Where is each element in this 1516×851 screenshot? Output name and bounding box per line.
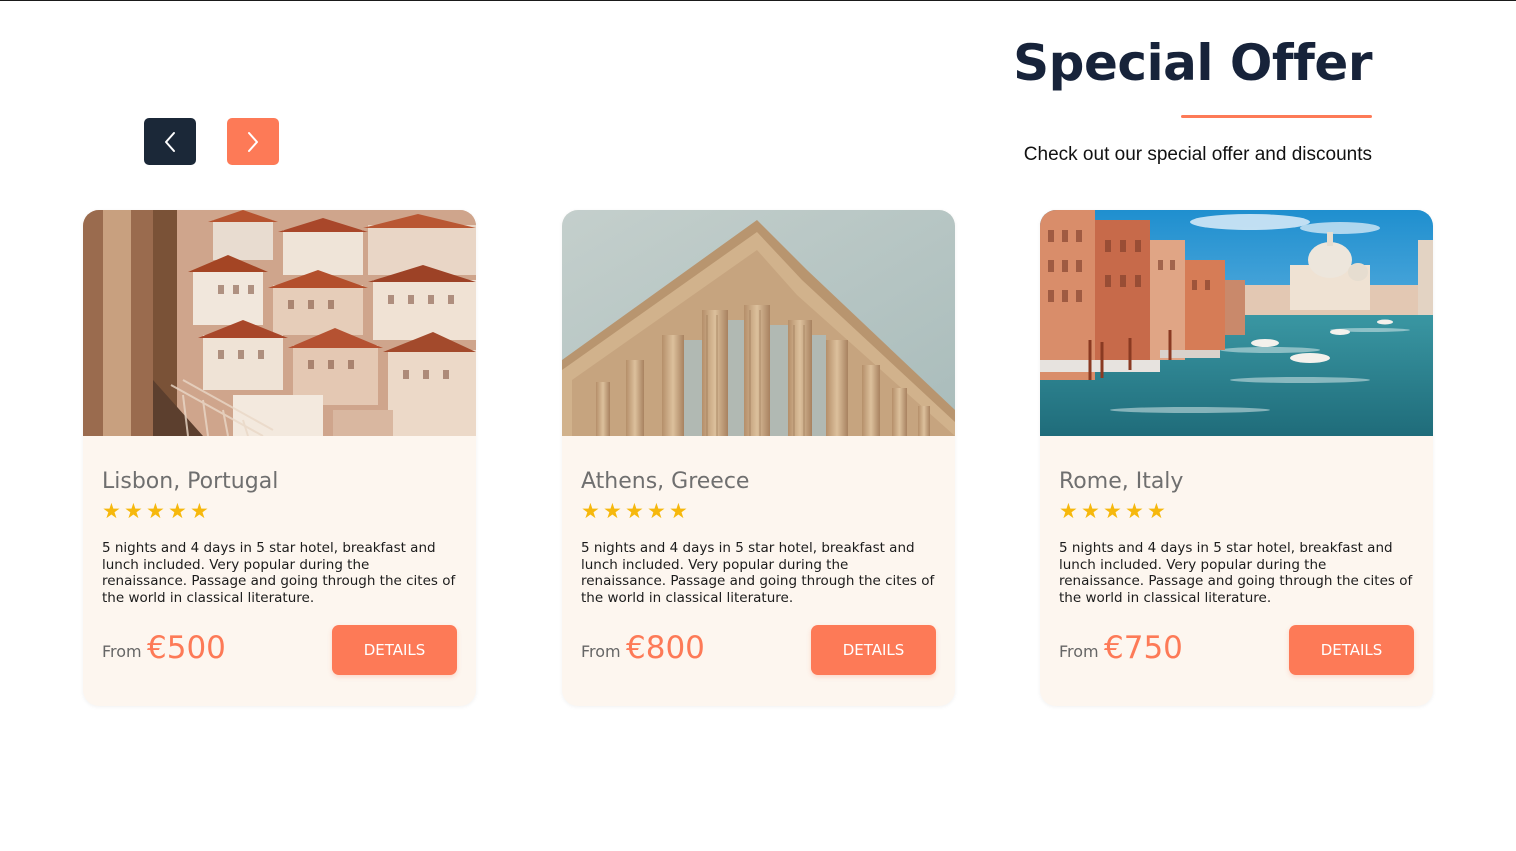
offer-card-athens: Athens, Greece ★ ★ ★ ★ ★ 5 nights and 4 days… [562,210,955,706]
destination-name: Rome, Italy [1059,469,1184,494]
star-icon: ★ [1059,499,1078,523]
star-icon: ★ [124,499,143,523]
prev-slide-button[interactable] [144,118,196,165]
offer-description: 5 nights and 4 days in 5 star hotel, bre… [581,540,935,607]
star-rating: ★ ★ ★ ★ ★ [1059,499,1166,523]
price-value: €800 [626,630,705,666]
next-slide-button[interactable] [227,118,279,165]
offer-card-lisbon: Lisbon, Portugal ★ ★ ★ ★ ★ 5 nights and 4 da… [83,210,476,706]
section-header: Special Offer Check out our special offe… [1013,32,1372,165]
star-icon: ★ [581,499,600,523]
offer-description: 5 nights and 4 days in 5 star hotel, bre… [102,540,456,607]
details-button[interactable]: DETAILS [332,625,457,675]
price-from-label: From [1059,642,1099,661]
athens-photo [562,210,955,436]
star-icon: ★ [603,499,622,523]
star-icon: ★ [146,499,165,523]
rome-photo [1040,210,1433,436]
details-button[interactable]: DETAILS [1289,625,1414,675]
star-icon: ★ [625,499,644,523]
page-subtitle: Check out our special offer and discount… [1023,144,1372,165]
top-border [0,0,1516,1]
star-icon: ★ [1103,499,1122,523]
price-from-label: From [102,642,142,661]
star-icon: ★ [190,499,209,523]
star-icon: ★ [647,499,666,523]
star-rating: ★ ★ ★ ★ ★ [581,499,688,523]
title-underline [1181,115,1372,118]
price-value: €750 [1104,630,1183,666]
offer-description: 5 nights and 4 days in 5 star hotel, bre… [1059,540,1413,607]
chevron-right-icon [248,131,258,152]
destination-name: Lisbon, Portugal [102,469,279,494]
star-icon: ★ [168,499,187,523]
star-rating: ★ ★ ★ ★ ★ [102,499,209,523]
star-icon: ★ [1147,499,1166,523]
lisbon-photo [83,210,476,436]
price-from-label: From [581,642,621,661]
details-button[interactable]: DETAILS [811,625,936,675]
price-value: €500 [147,630,226,666]
star-icon: ★ [1081,499,1100,523]
star-icon: ★ [102,499,121,523]
chevron-left-icon [165,131,175,152]
offer-card-rome: Rome, Italy ★ ★ ★ ★ ★ 5 nights and 4 days in… [1040,210,1433,706]
star-icon: ★ [669,499,688,523]
destination-name: Athens, Greece [581,469,750,494]
star-icon: ★ [1125,499,1144,523]
page-title: Special Offer [1013,34,1372,92]
